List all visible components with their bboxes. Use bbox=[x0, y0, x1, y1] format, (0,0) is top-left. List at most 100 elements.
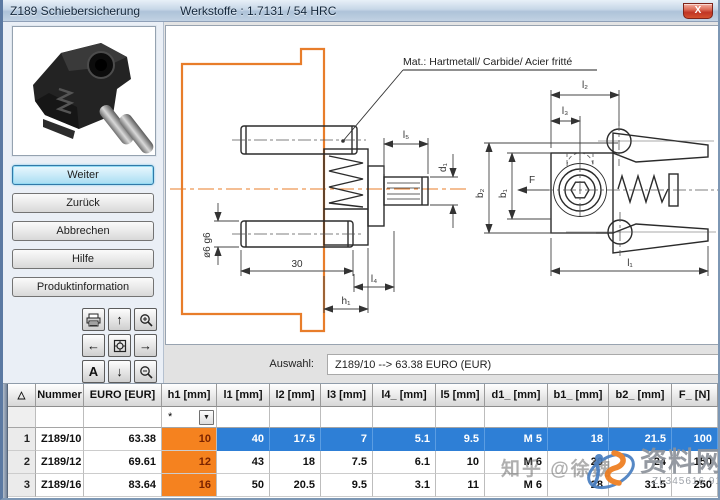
cell-b2[interactable]: 31.5 bbox=[609, 474, 672, 497]
abbrechen-button[interactable]: Abbrechen bbox=[12, 221, 154, 241]
row-number[interactable]: 2 bbox=[8, 451, 36, 474]
cell-b1[interactable]: 20 bbox=[548, 451, 609, 474]
cell-d1[interactable]: M 6 bbox=[485, 451, 548, 474]
technical-drawing: Mat.: Hartmetall/ Carbide/ Acier fritté bbox=[165, 25, 720, 345]
size-table: △ Nummer EURO [EUR] h1 [mm] l1 [mm] l2 [… bbox=[3, 383, 718, 500]
col-header-l2[interactable]: l2 [mm] bbox=[270, 384, 321, 407]
zoom-out-button[interactable] bbox=[134, 360, 157, 383]
pan-up-button[interactable]: ↑ bbox=[108, 308, 131, 331]
table-row-z189-16[interactable]: 3 Z189/16 83.64 16 50 20.5 9.5 3.1 11 M … bbox=[8, 474, 718, 497]
cell-l3[interactable]: 7.5 bbox=[321, 451, 373, 474]
cell-f[interactable]: 150 bbox=[672, 451, 718, 474]
cell-l1[interactable]: 43 bbox=[217, 451, 270, 474]
col-header-b2[interactable]: b2_ [mm] bbox=[609, 384, 672, 407]
window-subtitle: Werkstoffe : 1.7131 / 54 HRC bbox=[180, 4, 336, 18]
cell-nummer[interactable]: Z189/10 bbox=[36, 428, 84, 451]
col-header-l1[interactable]: l1 [mm] bbox=[217, 384, 270, 407]
cell-nummer[interactable]: Z189/12 bbox=[36, 451, 84, 474]
arrow-left-icon: ← bbox=[87, 338, 100, 353]
cell-l1[interactable]: 50 bbox=[217, 474, 270, 497]
filter-cell bbox=[373, 407, 436, 428]
cell-euro[interactable]: 69.61 bbox=[84, 451, 162, 474]
print-button[interactable] bbox=[82, 308, 105, 331]
cell-l5[interactable]: 11 bbox=[436, 474, 485, 497]
cell-l2[interactable]: 18 bbox=[270, 451, 321, 474]
cell-l3[interactable]: 7 bbox=[321, 428, 373, 451]
zurueck-button[interactable]: Zurück bbox=[12, 193, 154, 213]
cell-d1[interactable]: M 5 bbox=[485, 428, 548, 451]
cell-h1[interactable]: 16 bbox=[162, 474, 217, 497]
cell-b1[interactable]: 28 bbox=[548, 474, 609, 497]
cell-l5[interactable]: 9.5 bbox=[436, 428, 485, 451]
dim-b1-label: b₁ bbox=[498, 188, 509, 198]
dim-d1-label: d₁ bbox=[438, 162, 449, 172]
col-header-euro[interactable]: EURO [EUR] bbox=[84, 384, 162, 407]
filter-cell bbox=[270, 407, 321, 428]
cell-euro[interactable]: 83.64 bbox=[84, 474, 162, 497]
pan-left-button[interactable]: ← bbox=[82, 334, 105, 357]
window-title: Z189 Schiebersicherung bbox=[10, 4, 140, 18]
row-number[interactable]: 1 bbox=[8, 428, 36, 451]
pan-down-button[interactable]: ↓ bbox=[108, 360, 131, 383]
cell-l4[interactable]: 6.1 bbox=[373, 451, 436, 474]
cell-l5[interactable]: 10 bbox=[436, 451, 485, 474]
produktinformation-button[interactable]: Produktinformation bbox=[12, 277, 154, 297]
app-window: Z189 Schiebersicherung Werkstoffe : 1.71… bbox=[0, 0, 720, 500]
title-bar: Z189 Schiebersicherung Werkstoffe : 1.71… bbox=[3, 0, 718, 22]
col-header-l4[interactable]: l4_ [mm] bbox=[373, 384, 436, 407]
cell-b2[interactable]: 24 bbox=[609, 451, 672, 474]
col-header-nummer[interactable]: Nummer bbox=[36, 384, 84, 407]
zoom-in-icon bbox=[139, 313, 153, 327]
cell-nummer[interactable]: Z189/16 bbox=[36, 474, 84, 497]
filter-cell bbox=[485, 407, 548, 428]
dim-h1-label: h₁ bbox=[342, 296, 352, 307]
cell-l4[interactable]: 3.1 bbox=[373, 474, 436, 497]
dim-dia-label: ø6 g6 bbox=[202, 232, 213, 258]
cell-l4[interactable]: 5.1 bbox=[373, 428, 436, 451]
dimension-lines-left bbox=[214, 138, 458, 313]
sort-icon[interactable]: △ bbox=[8, 384, 36, 407]
col-header-d1[interactable]: d1_ [mm] bbox=[485, 384, 548, 407]
fit-all-button[interactable]: A bbox=[82, 360, 105, 383]
cell-l1[interactable]: 40 bbox=[217, 428, 270, 451]
filter-dropdown-button[interactable]: ▼ bbox=[199, 410, 214, 425]
drawing-canvas: Mat.: Hartmetall/ Carbide/ Acier fritté bbox=[166, 26, 720, 344]
cell-euro[interactable]: 63.38 bbox=[84, 428, 162, 451]
filter-cell bbox=[672, 407, 718, 428]
row-number[interactable]: 3 bbox=[8, 474, 36, 497]
col-header-l5[interactable]: l5 [mm] bbox=[436, 384, 485, 407]
col-header-h1[interactable]: h1 [mm] bbox=[162, 384, 217, 407]
filter-cell-h1: * ▼ bbox=[162, 407, 217, 428]
filter-cell bbox=[84, 407, 162, 428]
col-header-f[interactable]: F_ [N] bbox=[672, 384, 718, 407]
close-button[interactable]: X bbox=[683, 3, 713, 19]
cell-d1[interactable]: M 6 bbox=[485, 474, 548, 497]
col-header-l3[interactable]: l3 [mm] bbox=[321, 384, 373, 407]
zoom-out-icon bbox=[139, 365, 153, 379]
cell-l2[interactable]: 20.5 bbox=[270, 474, 321, 497]
cell-f[interactable]: 100 bbox=[672, 428, 718, 451]
weiter-button[interactable]: Weiter bbox=[12, 165, 154, 185]
hilfe-button[interactable]: Hilfe bbox=[12, 249, 154, 269]
zoom-in-button[interactable] bbox=[134, 308, 157, 331]
filter-star: * bbox=[168, 411, 172, 423]
cell-l2[interactable]: 17.5 bbox=[270, 428, 321, 451]
cell-b2[interactable]: 21.5 bbox=[609, 428, 672, 451]
table-row-z189-12[interactable]: 2 Z189/12 69.61 12 43 18 7.5 6.1 10 M 6 … bbox=[8, 451, 718, 474]
arrow-up-icon: ↑ bbox=[116, 312, 123, 327]
pan-right-button[interactable]: → bbox=[134, 334, 157, 357]
fit-view-button[interactable] bbox=[108, 334, 131, 357]
dim-30-label: 30 bbox=[291, 259, 303, 270]
cell-h1[interactable]: 10 bbox=[162, 428, 217, 451]
filter-cell bbox=[217, 407, 270, 428]
cell-h1[interactable]: 12 bbox=[162, 451, 217, 474]
cell-l3[interactable]: 9.5 bbox=[321, 474, 373, 497]
table-row-z189-10[interactable]: 1 Z189/10 63.38 10 40 17.5 7 5.1 9.5 M 5… bbox=[8, 428, 718, 451]
product-photo bbox=[13, 27, 155, 155]
cell-b1[interactable]: 18 bbox=[548, 428, 609, 451]
material-leader bbox=[343, 70, 403, 141]
col-header-b1[interactable]: b1_ [mm] bbox=[548, 384, 609, 407]
dim-f-label: F bbox=[529, 175, 535, 186]
filter-cell bbox=[36, 407, 84, 428]
cell-f[interactable]: 250 bbox=[672, 474, 718, 497]
